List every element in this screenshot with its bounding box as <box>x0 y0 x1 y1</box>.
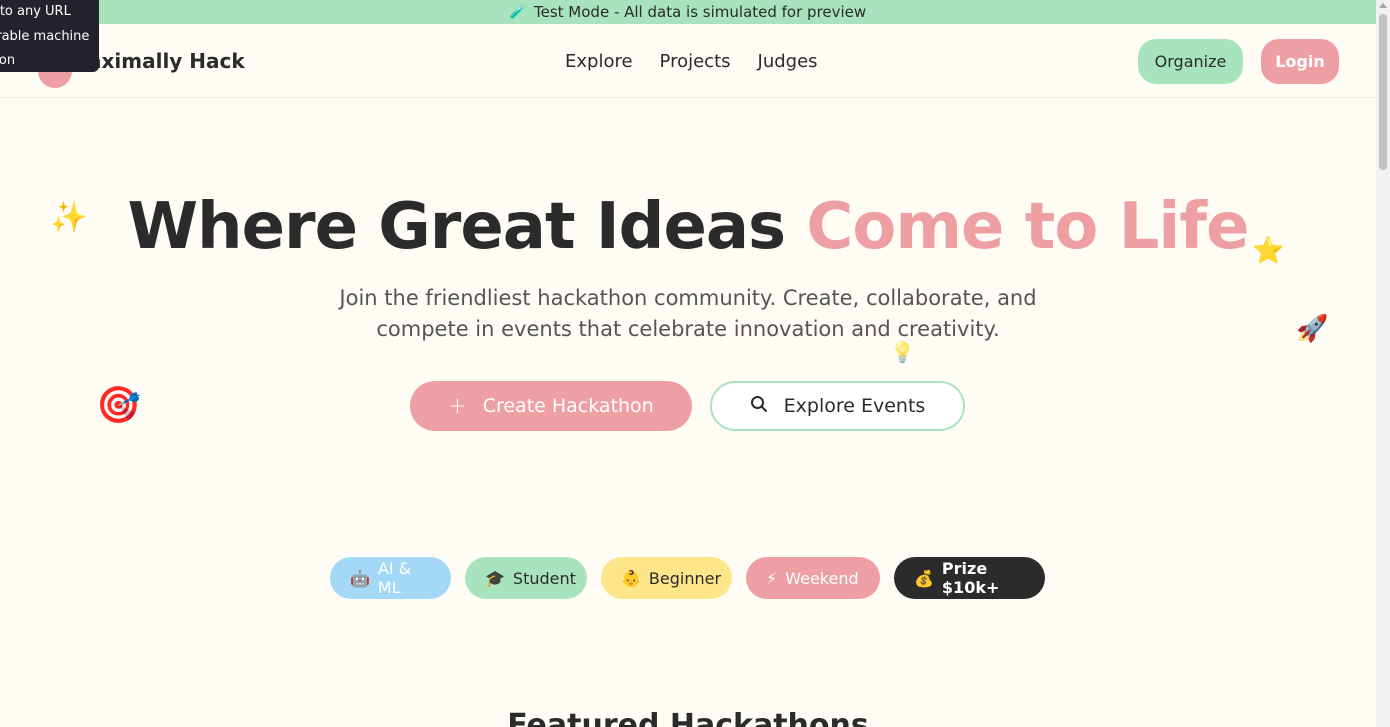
hero-subtitle: Join the friendliest hackathon community… <box>339 286 1037 341</box>
banner-text: Test Mode - All data is simulated for pr… <box>534 3 867 21</box>
nav-link-projects[interactable]: Projects <box>660 51 731 72</box>
organize-button[interactable]: Organize <box>1138 39 1243 84</box>
hero-title-accent: Come to Life <box>806 190 1249 264</box>
tag-prize[interactable]: 💰 Prize $10k+ <box>894 557 1045 599</box>
tag-label: Prize $10k+ <box>941 559 1000 597</box>
target-icon: 🎯 <box>96 385 141 426</box>
tooltip-line: s on <box>0 53 16 68</box>
scroll-up-icon[interactable] <box>1379 3 1387 8</box>
nav-links: Explore Projects Judges <box>565 51 818 72</box>
tag-weekend[interactable]: ⚡ Weekend <box>746 557 880 599</box>
explore-events-label: Explore Events <box>783 395 926 417</box>
tag-label: Weekend <box>785 568 859 588</box>
explore-events-button[interactable]: Explore Events <box>710 381 965 431</box>
test-tube-icon: 🧪 <box>509 4 526 20</box>
scrollbar[interactable] <box>1376 0 1390 727</box>
create-hackathon-button[interactable]: + Create Hackathon <box>410 381 692 431</box>
search-icon <box>750 395 768 418</box>
test-mode-banner: 🧪 Test Mode - All data is simulated for … <box>0 0 1376 24</box>
tooltip-line: y to any URL <box>0 4 71 19</box>
money-bag-icon: 💰 <box>914 568 934 588</box>
hero-title-main: Where Great Ideas <box>127 190 807 264</box>
brand-name[interactable]: aximally Hack <box>88 49 245 73</box>
nav-link-explore[interactable]: Explore <box>565 51 633 72</box>
rocket-icon: 🚀 <box>1296 314 1329 344</box>
tag-list: 🤖 AI & ML 🎓 Student 👶 Beginner ⚡ Weekend… <box>330 557 1045 599</box>
hero-title: Where Great Ideas Come to Life <box>0 190 1376 264</box>
create-hackathon-label: Create Hackathon <box>482 395 654 417</box>
tag-beginner[interactable]: 👶 Beginner <box>601 557 732 599</box>
tag-student[interactable]: 🎓 Student <box>465 557 587 599</box>
tooltip-line: urable machine <box>0 28 90 44</box>
tag-ai-ml[interactable]: 🤖 AI & ML <box>330 557 451 599</box>
robot-icon: 🤖 <box>350 568 370 588</box>
tag-label: Beginner <box>648 568 722 588</box>
baby-icon: 👶 <box>621 568 641 588</box>
navbar: aximally Hack Explore Projects Judges Or… <box>0 24 1376 98</box>
plus-icon: + <box>448 393 467 419</box>
tooltip: y to any URL urable machine s on <box>0 0 99 72</box>
login-button[interactable]: Login <box>1261 39 1339 84</box>
nav-link-judges[interactable]: Judges <box>758 51 818 72</box>
lightning-icon: ⚡ <box>766 568 778 588</box>
graduation-cap-icon: 🎓 <box>485 568 505 588</box>
tag-label: Student <box>512 568 576 588</box>
featured-hackathons-title: Featured Hackathons <box>507 708 869 727</box>
scrollbar-thumb[interactable] <box>1379 14 1387 170</box>
tag-label: AI & ML <box>377 559 412 597</box>
